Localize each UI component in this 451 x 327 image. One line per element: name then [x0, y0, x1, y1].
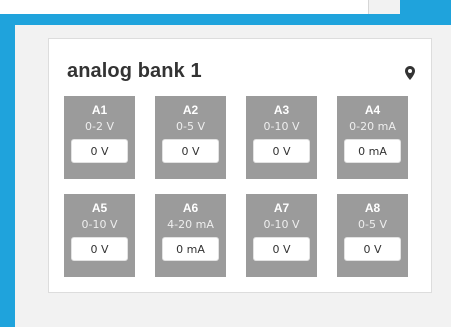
bank-title: analog bank 1: [67, 59, 202, 82]
channel-name: A8: [364, 201, 381, 215]
channel-value: 0 mA: [162, 237, 219, 261]
channel-value: 0 V: [162, 139, 219, 163]
channel-name: A3: [273, 103, 290, 117]
channel-range: 0-20 mA: [349, 120, 396, 133]
channel-value: 0 V: [344, 237, 401, 261]
channel-range: 0-5 V: [176, 120, 205, 133]
channel-name: A5: [91, 201, 108, 215]
analog-bank-card: analog bank 1 A1 0-2 V 0 V A2 0-5 V 0 V …: [48, 38, 432, 293]
channel-a1[interactable]: A1 0-2 V 0 V: [64, 96, 135, 179]
channel-value: 0 V: [71, 139, 128, 163]
channel-name: A6: [182, 201, 199, 215]
channel-a7[interactable]: A7 0-10 V 0 V: [246, 194, 317, 277]
channel-range: 0-10 V: [263, 218, 300, 231]
channel-name: A4: [364, 103, 381, 117]
channel-a3[interactable]: A3 0-10 V 0 V: [246, 96, 317, 179]
top-side-panel: [368, 0, 401, 14]
channel-value: 0 mA: [344, 139, 401, 163]
channel-name: A1: [91, 103, 108, 117]
channel-value: 0 V: [71, 237, 128, 261]
top-accent: [400, 0, 451, 14]
channel-name: A2: [182, 103, 199, 117]
channel-name: A7: [273, 201, 290, 215]
channel-range: 0-2 V: [85, 120, 114, 133]
map-pin-icon[interactable]: [405, 65, 415, 80]
channel-a6[interactable]: A6 4-20 mA 0 mA: [155, 194, 226, 277]
channel-value: 0 V: [253, 139, 310, 163]
bank-header: analog bank 1: [67, 57, 415, 85]
channel-range: 4-20 mA: [167, 218, 214, 231]
channel-a5[interactable]: A5 0-10 V 0 V: [64, 194, 135, 277]
channel-a4[interactable]: A4 0-20 mA 0 mA: [337, 96, 408, 179]
channel-range: 0-10 V: [81, 218, 118, 231]
channel-range: 0-5 V: [358, 218, 387, 231]
channel-a8[interactable]: A8 0-5 V 0 V: [337, 194, 408, 277]
channel-a2[interactable]: A2 0-5 V 0 V: [155, 96, 226, 179]
content-area: analog bank 1 A1 0-2 V 0 V A2 0-5 V 0 V …: [15, 25, 451, 327]
channel-range: 0-10 V: [263, 120, 300, 133]
channel-value: 0 V: [253, 237, 310, 261]
